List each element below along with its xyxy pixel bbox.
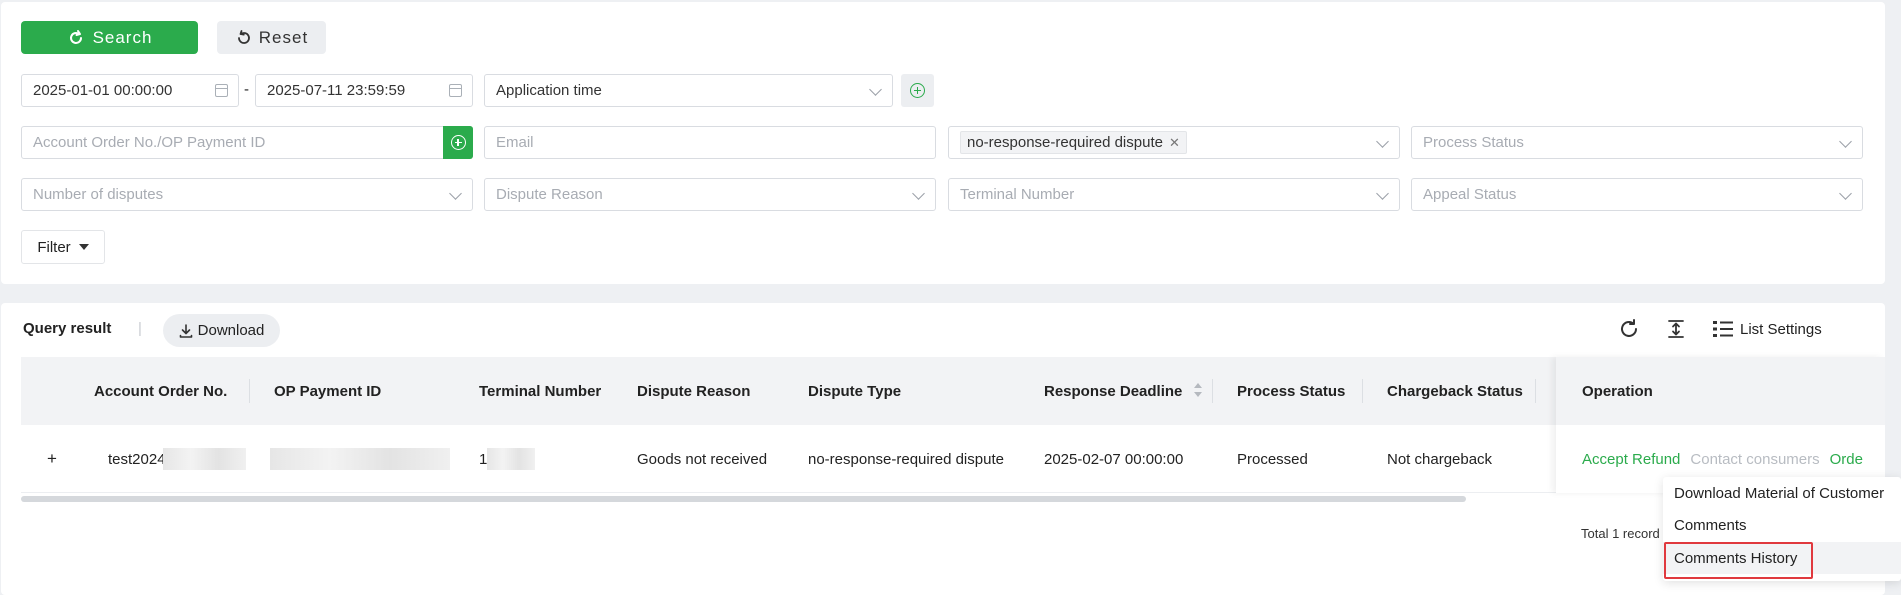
download-button[interactable]: Download [163, 314, 280, 347]
expand-row-button[interactable]: + [47, 425, 57, 493]
appeal-status-placeholder: Appeal Status [1423, 186, 1517, 203]
list-settings-label: List Settings [1740, 320, 1822, 338]
col-response-deadline[interactable]: Response Deadline [1044, 357, 1182, 425]
time-type-value: Application time [496, 82, 602, 99]
order-more-link[interactable]: Orde [1830, 451, 1863, 468]
refresh-icon[interactable] [1618, 318, 1640, 340]
dispute-type-select[interactable]: no-response-required dispute ✕ [948, 126, 1400, 159]
dispute-reason-select[interactable]: Dispute Reason [484, 178, 936, 211]
column-divider [1212, 379, 1213, 403]
plus-circle-icon [910, 83, 925, 98]
title-divider: | [138, 320, 142, 337]
menu-item-comments[interactable]: Comments [1663, 509, 1901, 541]
result-panel: Query result | Download List Settings Ac… [1, 303, 1885, 595]
search-button-label: Search [92, 27, 153, 47]
add-time-condition-button[interactable] [901, 74, 934, 107]
horizontal-scrollbar[interactable] [21, 496, 1466, 502]
dispute-type-cell: no-response-required dispute [808, 450, 1004, 468]
download-icon [179, 323, 192, 338]
end-date-value: 2025-07-11 23:59:59 [267, 82, 406, 99]
operation-more-menu: Download Material of Customer Comments C… [1663, 477, 1901, 581]
end-date-input[interactable]: 2025-07-11 23:59:59 [255, 74, 473, 107]
chargeback-status-cell: Not chargeback [1387, 450, 1493, 468]
calendar-icon [449, 84, 462, 97]
search-button[interactable]: Search [21, 21, 198, 54]
redacted-op-payment-id [270, 448, 450, 470]
reset-button[interactable]: Reset [217, 21, 326, 54]
col-process-status: Process Status [1237, 382, 1346, 400]
start-date-value: 2025-01-01 00:00:00 [33, 82, 173, 99]
col-op-payment-id: OP Payment ID [274, 382, 382, 400]
menu-item-download-material[interactable]: Download Material of Customer [1663, 477, 1901, 509]
column-divider [1362, 379, 1363, 403]
process-status-select[interactable]: Process Status [1411, 126, 1863, 159]
process-status-cell: Processed [1237, 450, 1308, 468]
column-divider [1535, 379, 1536, 403]
reset-icon [237, 29, 250, 44]
close-icon[interactable]: ✕ [1169, 135, 1180, 151]
plus-circle-icon [450, 135, 466, 150]
chevron-down-icon [1376, 135, 1389, 148]
process-status-placeholder: Process Status [1423, 134, 1524, 151]
disputes-count-select[interactable]: Number of disputes [21, 178, 473, 211]
filter-button-label: Filter [37, 238, 71, 256]
redacted-region [163, 448, 246, 470]
dispute-reason-cell: Goods not received [637, 450, 768, 468]
column-divider [249, 379, 250, 403]
sort-icon[interactable] [1193, 381, 1203, 399]
email-placeholder: Email [496, 134, 534, 151]
order-id-placeholder: Account Order No./OP Payment ID [33, 134, 266, 151]
list-icon [1713, 321, 1733, 337]
row-height-icon[interactable] [1665, 318, 1687, 340]
filter-panel: Search Reset 2025-01-01 00:00:00 - 2025-… [1, 2, 1885, 284]
date-separator: - [244, 81, 249, 98]
account-order-no-cell: test2024 [108, 450, 166, 468]
list-settings-button[interactable]: List Settings [1712, 316, 1822, 342]
terminal-number-select[interactable]: Terminal Number [948, 178, 1400, 211]
email-input[interactable]: Email [484, 126, 936, 159]
total-records-label: Total 1 record [1581, 526, 1660, 541]
query-result-title: Query result [23, 320, 112, 337]
dispute-type-tag-label: no-response-required dispute [967, 134, 1163, 151]
add-order-id-button[interactable] [443, 126, 473, 159]
dispute-reason-placeholder: Dispute Reason [496, 186, 603, 203]
response-deadline-cell: 2025-02-07 00:00:00 [1044, 450, 1184, 468]
col-chargeback-status: Chargeback Status [1387, 382, 1523, 400]
chevron-down-icon [449, 187, 462, 200]
col-account-order-no: Account Order No. [94, 382, 228, 400]
chevron-down-icon [912, 187, 925, 200]
col-dispute-reason: Dispute Reason [637, 382, 751, 400]
order-id-input[interactable]: Account Order No./OP Payment ID [21, 126, 473, 159]
col-operation: Operation [1556, 357, 1885, 425]
col-terminal-number: Terminal Number [479, 382, 602, 400]
search-refresh-icon [69, 29, 82, 44]
operation-column: Operation Accept Refund Contact consumer… [1556, 357, 1885, 493]
dispute-type-tag: no-response-required dispute ✕ [960, 131, 1187, 154]
appeal-status-select[interactable]: Appeal Status [1411, 178, 1863, 211]
chevron-down-icon [869, 83, 882, 96]
chevron-down-icon [1839, 187, 1852, 200]
contact-consumers-link[interactable]: Contact consumers [1690, 451, 1819, 468]
menu-item-comments-history[interactable]: Comments History [1663, 542, 1901, 574]
download-button-label: Download [197, 322, 265, 339]
chevron-down-icon [1376, 187, 1389, 200]
reset-button-label: Reset [258, 27, 309, 47]
start-date-input[interactable]: 2025-01-01 00:00:00 [21, 74, 239, 107]
redacted-region [487, 448, 535, 470]
col-dispute-type: Dispute Type [808, 382, 902, 400]
time-type-select[interactable]: Application time [484, 74, 893, 107]
calendar-icon [215, 84, 228, 97]
caret-down-icon [78, 244, 89, 250]
chevron-down-icon [1839, 135, 1852, 148]
terminal-number-placeholder: Terminal Number [960, 186, 1075, 203]
accept-refund-link[interactable]: Accept Refund [1582, 451, 1680, 468]
filter-button[interactable]: Filter [21, 230, 105, 264]
disputes-count-placeholder: Number of disputes [33, 186, 164, 203]
